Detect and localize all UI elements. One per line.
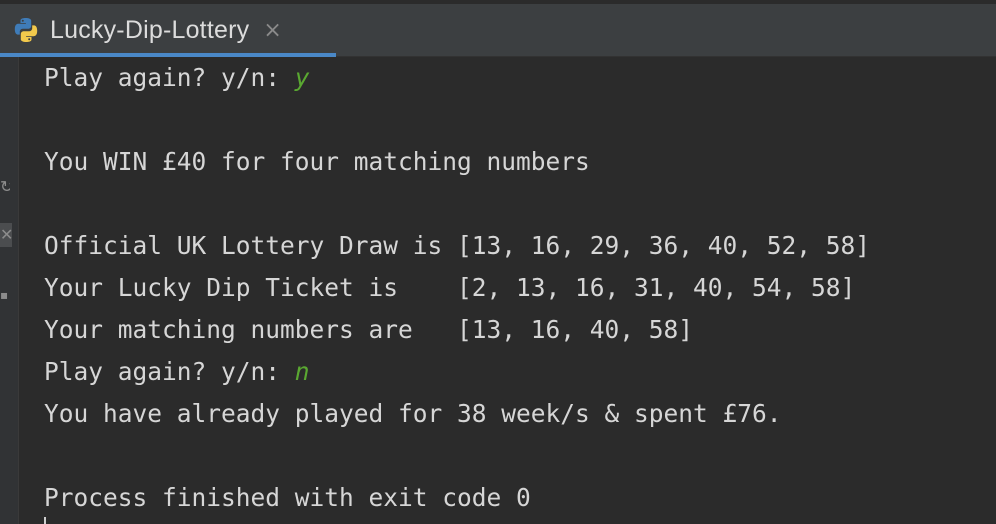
close-icon[interactable]: × xyxy=(263,18,281,43)
console-line: You have already played for 38 week/s & … xyxy=(44,393,984,435)
console-line: Your matching numbers are [13, 16, 40, 5… xyxy=(44,309,984,351)
text-cursor xyxy=(44,517,46,524)
console-line: Play again? y/n: y xyxy=(44,57,984,99)
python-icon xyxy=(12,16,40,44)
stop-icon[interactable]: ✕ xyxy=(0,223,12,247)
tab-lucky-dip-lottery[interactable]: Lucky-Dip-Lottery × xyxy=(0,4,336,57)
console-line-text: You WIN £40 for four matching numbers xyxy=(44,147,590,176)
console-line: Your Lucky Dip Ticket is [2, 13, 16, 31,… xyxy=(44,267,984,309)
console-line-text: Play again? y/n: xyxy=(44,357,295,386)
tab-title: Lucky-Dip-Lottery xyxy=(50,15,250,44)
console-line-text: You have already played for 38 week/s & … xyxy=(44,399,782,428)
tool-gutter: ↻ ✕ ▪ xyxy=(0,57,19,524)
console-line-text: Process finished with exit code 0 xyxy=(44,483,531,512)
console-line-text: Your Lucky Dip Ticket is [2, 13, 16, 31,… xyxy=(44,273,856,302)
console-line-text: Official UK Lottery Draw is [13, 16, 29,… xyxy=(44,231,871,260)
console-line: You WIN £40 for four matching numbers xyxy=(44,141,984,183)
console-line-text: Play again? y/n: xyxy=(44,63,295,92)
tab-bar: Lucky-Dip-Lottery × xyxy=(0,0,996,57)
console-line: Play again? y/n: n xyxy=(44,351,984,393)
rerun-icon[interactable]: ↻ xyxy=(0,175,10,199)
run-window: Lucky-Dip-Lottery × ↻ ✕ ▪ Play again? y/… xyxy=(0,0,996,524)
user-input-text: y xyxy=(294,63,310,92)
console-line-text: Your matching numbers are [13, 16, 40, 5… xyxy=(44,315,694,344)
settings-icon[interactable]: ▪ xyxy=(0,283,10,307)
console-line: Official UK Lottery Draw is [13, 16, 29,… xyxy=(44,225,984,267)
console-output[interactable]: Play again? y/n: y You WIN £40 for four m… xyxy=(44,57,984,524)
user-input-text: n xyxy=(294,357,310,386)
console-line: Process finished with exit code 0 xyxy=(44,477,984,519)
